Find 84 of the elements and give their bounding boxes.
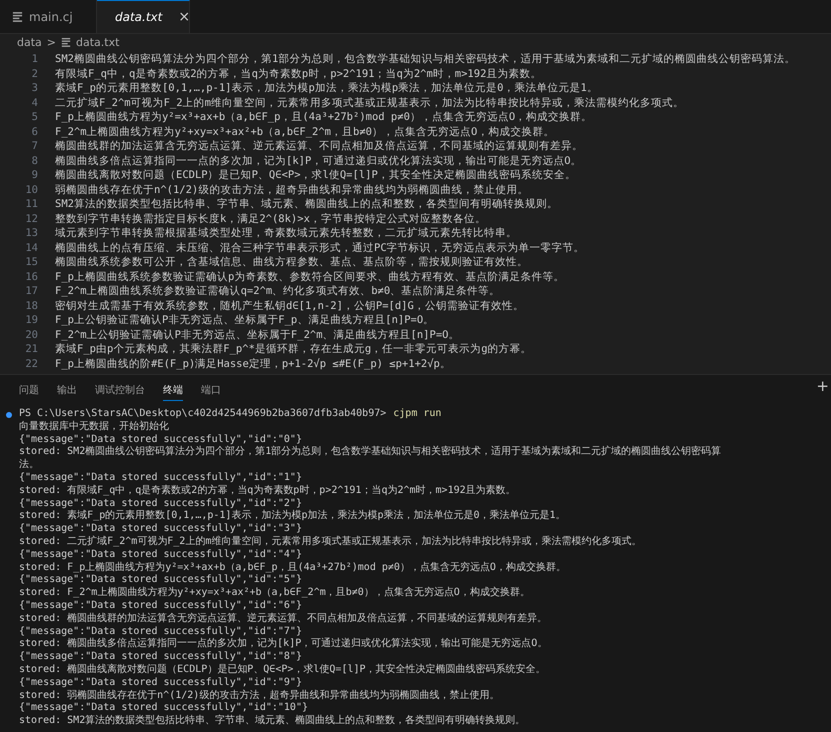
panel-tab[interactable]: 输出 [57, 383, 77, 401]
line-number: 20 [24, 328, 38, 342]
file-icon [12, 11, 23, 22]
file-icon [61, 37, 71, 47]
code-line: 椭圆曲线多倍点运算指同一一点的多次加，记为[k]P，可通过递归或优化算法实现，输出可能是无穷远点O。 [55, 154, 582, 168]
code-line: 有限域F_q中，q是奇素数或2的方幂，当q为奇素数p时，p>2^191；当q为2^m时，m>192且为素数。 [55, 66, 542, 81]
line-number: 17 [24, 284, 38, 298]
file-tab[interactable]: data.txt × [97, 0, 190, 33]
panel-tab[interactable]: 端口 [201, 383, 221, 401]
line-number: 7 [30, 139, 38, 154]
terminal-output-line: {"message":"Data stored successfully","id":"7"} [19, 626, 302, 638]
terminal-output-line: {"message":"Data stored successfully","id":"0"} [19, 434, 302, 446]
code-line: 密钥对生成需基于有效系统参数，随机产生私钥d∈[1,n-2]，公钥P=[d]G，公钥需验证有效性。 [55, 298, 524, 313]
terminal-output-line: stored: 弱椭圆曲线存在优于n^(1/2)级的攻击方法，超奇异曲线和异常曲线均为弱椭圆曲线，禁止使用。 [19, 690, 500, 702]
line-number: 13 [24, 226, 38, 240]
code-line: 椭圆曲线系统参数可公开，含基域信息、曲线方程参数、基点、基点阶等，需按规则验证有效性。 [55, 255, 528, 270]
code-line: 素域F_p的元素用整数[0,1,…,p-1]表示，加法为模p加法，乘法为模p乘法，加法单位元是0，乘法单位元是1。 [55, 81, 598, 96]
code-line: 弱椭圆曲线存在优于n^(1/2)级的攻击方法，超奇异曲线和异常曲线均为弱椭圆曲线，禁止使用。 [55, 182, 528, 197]
line-number: 6 [30, 124, 38, 139]
terminal-output-line: stored: 二元扩域F_2^m可视为F_2上的m维向量空间，元素常用多项式基或正规基表示，加法为比特串按比特异或，乘法需模约化多项式。 [19, 536, 642, 549]
terminal-output-line: stored: 椭圆曲线多倍点运算指同一一点的多次加，记为[k]P，可通过递归或优化算法实现，输出可能是无穷远点O。 [19, 638, 548, 651]
terminal-output-line: {"message":"Data stored successfully","id":"8"} [19, 651, 302, 664]
line-number: 11 [24, 197, 38, 212]
terminal-output-line: stored: 椭圆曲线离散对数问题（ECDLP）是已知P、Q∈<P>，求l使Q=[l]P，其安全性决定椭圆曲线密码系统安全。 [19, 664, 546, 677]
code-line: F_p上公钥验证需确认P非无穷远点、坐标属于F_p、满足曲线方程且[n]P=O。 [55, 313, 434, 328]
line-number: 2 [30, 66, 38, 81]
breadcrumb-separator: > [46, 36, 56, 48]
code-line: 椭圆曲线上的点有压缩、未压缩、混合三种字节串表示形式，通过PC字节标识，无穷远点表示为单一零字节。 [55, 240, 585, 255]
panel-tab[interactable]: 终端 [163, 383, 183, 401]
code-line: 二元扩域F_2^m可视为F_2上的m维向量空间，元素常用多项式基或正规基表示，加法为比特串按比特异或，乘法需模约化多项式。 [55, 96, 684, 110]
line-number: 18 [24, 298, 38, 313]
terminal-output-line: {"message":"Data stored successfully","id":"1"} [19, 472, 302, 484]
terminal-output-line: stored: SM2算法的数据类型包括比特串、字节串、域元素、椭圆曲线上的点和整数，各类型间有明确转换规则。 [19, 715, 526, 728]
terminal-output-line: {"message":"Data stored successfully","id":"2"} [19, 498, 302, 510]
add-terminal-button[interactable]: + [816, 377, 829, 395]
terminal-output-line: {"message":"Data stored successfully","id":"9"} [19, 676, 302, 690]
terminal-output-line: stored: 有限域F_q中，q是奇素数或2的方幂，当q为奇素数p时，p>2^191；当q为2^m时，m>192且为素数。 [19, 484, 516, 498]
code-line: 椭圆曲线离散对数问题（ECDLP）是已知P、Q∈<P>，求l使Q=[l]P，其安全性决定椭圆曲线密码系统安全。 [55, 168, 576, 182]
terminal-output-line: stored: 椭圆曲线群的加法运算含无穷远点运算、逆元素运算、不同点相加及倍点运算，不同基域的运算规则有差异。 [19, 612, 548, 626]
breadcrumb-file[interactable]: data.txt [76, 36, 120, 48]
code-line: 域元素到字节串转换需根据基域类型处理，奇素数域元素先转整数，二元扩域元素先转比特串。 [55, 226, 517, 240]
line-number: 9 [30, 168, 38, 182]
terminal-output-line: 法。 [19, 459, 39, 472]
line-number: 1 [30, 52, 38, 66]
line-number: 22 [24, 356, 38, 371]
terminal-command: cjpm run [393, 408, 442, 421]
code-line: F_p上椭圆曲线的阶#E(F_p)满足Hasse定理，p+1-2√p ≤#E(F_p) ≤p+1+2√p。 [55, 356, 451, 371]
code-line: F_2^m上椭圆曲线系统参数验证需确认q=2^m、约化多项式有效、b≠0、基点阶满足条件等。 [55, 284, 500, 298]
code-line: 素域F_p由p个元素构成，其乘法群F_p^*是循环群，存在生成元g，任一非零元可表示为g的方幂。 [55, 342, 532, 356]
terminal-output-line: {"message":"Data stored successfully","id":"5"} [19, 574, 302, 586]
line-number: 14 [24, 240, 38, 255]
terminal-output-line: {"message":"Data stored successfully","id":"10"} [19, 702, 308, 714]
terminal-output-line: stored: 素域F_p的元素用整数[0,1,…,p-1]表示，加法为模p加法，乘法为模p乘法，加法单位元是0，乘法单位元是1。 [19, 510, 566, 523]
code-line: SM2椭圆曲线公钥密码算法分为四个部分，第1部分为总则，包含数学基础知识与相关密码技术，适用于基域为素域和二元扩域的椭圆曲线公钥密码算法。 [55, 52, 796, 66]
status-dot-icon [6, 412, 12, 418]
terminal-output-line: {"message":"Data stored successfully","id":"6"} [19, 600, 302, 612]
terminal-output-line: stored: SM2椭圆曲线公钥密码算法分为四个部分，第1部分为总则，包含数学基础知识与相关密码技术，适用于基域为素域和二元扩域的椭圆曲线公钥密码算 [19, 446, 722, 458]
line-number: 10 [24, 182, 38, 197]
code-line: F_p上椭圆曲线方程为y²=x³+ax+b（a,b∈F_p，且(4a³+27b²)mod p≠0），点集含无穷远点O，构成交换群。 [55, 110, 592, 124]
line-number: 12 [24, 212, 38, 226]
code-line: F_2^m上公钥验证需确认P非无穷远点、坐标属于F_2^m、满足曲线方程且[n]P=O。 [55, 328, 460, 342]
line-number: 16 [24, 270, 38, 284]
code-line: F_2^m上椭圆曲线方程为y²+xy=x³+ax²+b（a,b∈F_2^m，且b≠0），点集含无穷远点O，构成交换群。 [55, 124, 554, 139]
panel-tab[interactable]: 调试控制台 [95, 383, 145, 401]
terminal-output-line: stored: F_2^m上椭圆曲线方程为y²+xy=x³+ax²+b（a,b∈F_2^m，且b≠0），点集含无穷远点O，构成交换群。 [19, 587, 530, 600]
terminal-prompt: PS C:\Users\StarsAC\Desktop\c402d42544969b2ba3607dfb3ab40b97> [19, 408, 386, 420]
terminal-output-line: {"message":"Data stored successfully","id":"4"} [19, 548, 302, 562]
panel-tab[interactable]: 问题 [19, 383, 39, 401]
code-line: SM2算法的数据类型包括比特串、字节串、域元素、椭圆曲线上的点和整数，各类型间有明确转换规则。 [55, 197, 558, 212]
close-icon[interactable]: × [178, 9, 190, 25]
code-line: 椭圆曲线群的加法运算含无穷远点运算、逆元素运算、不同点相加及倍点运算，不同基域的运算规则有差异。 [55, 139, 583, 154]
line-number: 4 [30, 96, 38, 110]
terminal-output-line: 向量数据库中无数据，开始初始化 [19, 420, 169, 434]
line-number: 5 [30, 110, 38, 124]
line-number: 15 [24, 255, 38, 270]
terminal-output-line: stored: F_p上椭圆曲线方程为y²=x³+ax+b（a,b∈F_p，且(4a³+27b²)mod p≠0），点集含无穷远点O，构成交换群。 [19, 562, 566, 574]
breadcrumb-folder[interactable]: data [17, 36, 42, 48]
code-line: 整数到字节串转换需指定目标长度k，满足2^(8k)>x，字节串按特定公式对应整数各位。 [55, 212, 486, 226]
line-number: 19 [24, 313, 38, 328]
code-line: F_p上椭圆曲线系统参数验证需确认p为奇素数、参数符合区间要求、曲线方程有效、基点阶满足条件等。 [55, 270, 564, 284]
line-number: 8 [30, 154, 38, 168]
line-number: 3 [30, 81, 38, 96]
line-number: 21 [24, 342, 38, 356]
terminal-output-line: {"message":"Data stored successfully","id":"3"} [19, 523, 302, 536]
